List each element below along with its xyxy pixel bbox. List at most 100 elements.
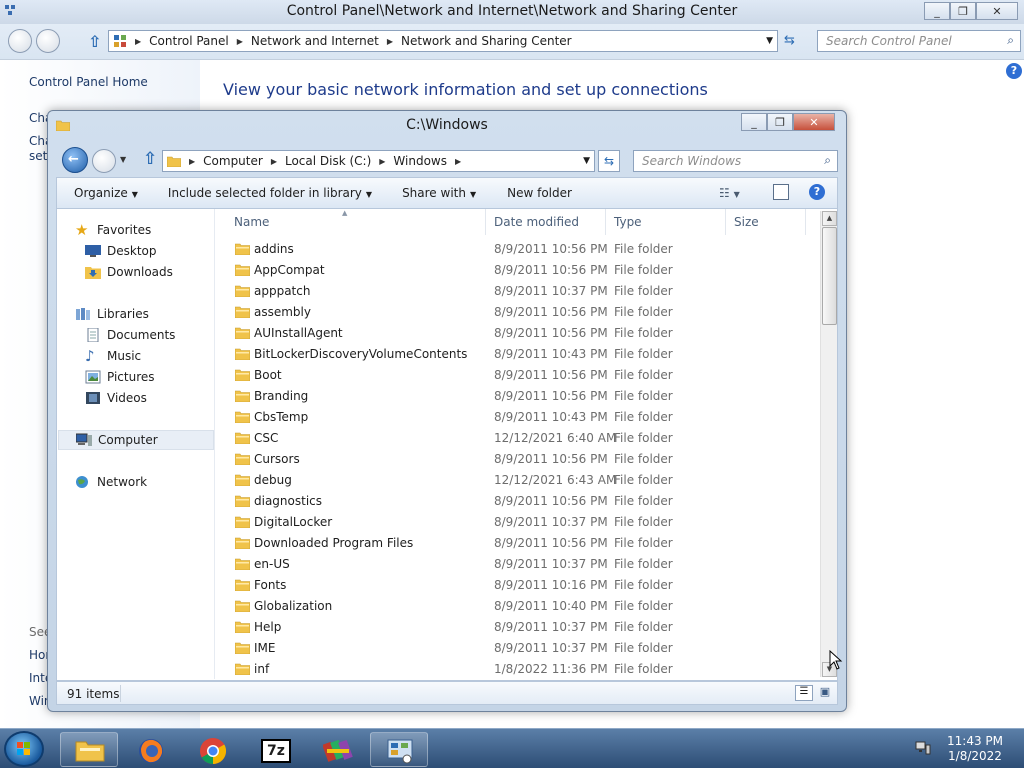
table-row[interactable]: CSC 12/12/2021 6:40 AM File folder <box>217 428 817 449</box>
file-name[interactable]: apppatch <box>254 284 310 298</box>
column-header-name[interactable]: Name <box>234 215 269 229</box>
network-tray-icon[interactable] <box>915 741 931 755</box>
maximize-button[interactable]: ❐ <box>950 2 976 20</box>
file-name[interactable]: Help <box>254 620 281 634</box>
scroll-up-button[interactable]: ▲ <box>822 211 837 226</box>
refresh-icon[interactable]: ⇆ <box>784 33 795 48</box>
recent-pages-chevron-icon[interactable]: ▼ <box>120 155 126 164</box>
large-icons-view-icon[interactable]: ▣ <box>817 685 833 701</box>
taskbar-winrar[interactable] <box>308 732 366 767</box>
file-name[interactable]: BitLockerDiscoveryVolumeContents <box>254 347 467 361</box>
taskbar-control-panel[interactable] <box>370 732 428 767</box>
view-options-icon[interactable]: ☷ ▼ <box>719 186 740 200</box>
table-row[interactable]: Downloaded Program Files 8/9/2011 10:56 P… <box>217 533 817 554</box>
address-bar[interactable]: ▶ Control Panel ▶ Network and Internet ▶… <box>108 30 778 52</box>
organize-button[interactable]: Organize ▼ <box>74 186 138 200</box>
explorer-back-button[interactable]: ← <box>62 147 88 173</box>
share-with-button[interactable]: Share with ▼ <box>402 186 476 200</box>
file-name[interactable]: diagnostics <box>254 494 322 508</box>
table-row[interactable]: inf 1/8/2022 11:36 PM File folder <box>217 659 817 679</box>
explorer-maximize-button[interactable]: ❐ <box>767 113 793 131</box>
preview-pane-icon[interactable] <box>773 184 789 200</box>
file-name[interactable]: DigitalLocker <box>254 515 332 529</box>
up-folder-icon[interactable]: ⇧ <box>143 149 157 169</box>
file-name[interactable]: debug <box>254 473 292 487</box>
table-row[interactable]: apppatch 8/9/2011 10:37 PM File folder <box>217 281 817 302</box>
breadcrumb-network-sharing-center[interactable]: Network and Sharing Center <box>401 34 572 48</box>
taskbar-firefox[interactable] <box>122 732 180 767</box>
file-name[interactable]: Downloaded Program Files <box>254 536 413 550</box>
file-name[interactable]: Fonts <box>254 578 286 592</box>
table-row[interactable]: Boot 8/9/2011 10:56 PM File folder <box>217 365 817 386</box>
table-row[interactable]: debug 12/12/2021 6:43 AM File folder <box>217 470 817 491</box>
table-row[interactable]: Globalization 8/9/2011 10:40 PM File folde… <box>217 596 817 617</box>
help-icon[interactable]: ? <box>809 184 825 200</box>
chevron-down-icon[interactable]: ▼ <box>583 156 590 166</box>
column-header-date[interactable]: Date modified <box>494 215 579 229</box>
file-name[interactable]: Cursors <box>254 452 300 466</box>
chevron-down-icon[interactable]: ▼ <box>766 36 773 46</box>
nav-videos[interactable]: Videos <box>85 388 147 408</box>
nav-computer[interactable]: Computer <box>58 430 214 450</box>
forward-button[interactable] <box>36 29 60 53</box>
minimize-button[interactable]: _ <box>924 2 950 20</box>
table-row[interactable]: Help 8/9/2011 10:37 PM File folder <box>217 617 817 638</box>
start-button[interactable] <box>4 731 44 767</box>
table-row[interactable]: AppCompat 8/9/2011 10:56 PM File folder <box>217 260 817 281</box>
table-row[interactable]: addins 8/9/2011 10:56 PM File folder <box>217 239 817 260</box>
file-name[interactable]: CSC <box>254 431 278 445</box>
back-button[interactable] <box>8 29 32 53</box>
nav-libraries[interactable]: Libraries <box>75 304 149 324</box>
control-panel-search-input[interactable]: Search Control Panel ⌕ <box>817 30 1021 52</box>
table-row[interactable]: AUInstallAgent 8/9/2011 10:56 PM File fold… <box>217 323 817 344</box>
table-row[interactable]: diagnostics 8/9/2011 10:56 PM File folder <box>217 491 817 512</box>
scroll-thumb[interactable] <box>822 227 837 325</box>
breadcrumb-computer[interactable]: Computer <box>203 154 263 168</box>
breadcrumb-local-disk[interactable]: Local Disk (C:) <box>285 154 371 168</box>
explorer-close-button[interactable]: ✕ <box>793 113 835 131</box>
nav-desktop[interactable]: Desktop <box>85 241 157 261</box>
file-name[interactable]: AppCompat <box>254 263 325 277</box>
nav-documents[interactable]: Documents <box>85 325 175 345</box>
breadcrumb-control-panel[interactable]: Control Panel <box>149 34 229 48</box>
file-name[interactable]: Globalization <box>254 599 332 613</box>
table-row[interactable]: Cursors 8/9/2011 10:56 PM File folder <box>217 449 817 470</box>
table-row[interactable]: en-US 8/9/2011 10:37 PM File folder <box>217 554 817 575</box>
system-clock[interactable]: 11:43 PM 1/8/2022 <box>940 734 1010 764</box>
nav-pictures[interactable]: Pictures <box>85 367 155 387</box>
explorer-forward-button[interactable] <box>92 149 116 173</box>
breadcrumb-windows[interactable]: Windows <box>393 154 447 168</box>
file-name[interactable]: Branding <box>254 389 308 403</box>
table-row[interactable]: DigitalLocker 8/9/2011 10:37 PM File folde… <box>217 512 817 533</box>
table-row[interactable]: assembly 8/9/2011 10:56 PM File folder <box>217 302 817 323</box>
table-row[interactable]: CbsTemp 8/9/2011 10:43 PM File folder <box>217 407 817 428</box>
file-name[interactable]: assembly <box>254 305 311 319</box>
table-row[interactable]: Fonts 8/9/2011 10:16 PM File folder <box>217 575 817 596</box>
table-row[interactable]: IME 8/9/2011 10:37 PM File folder <box>217 638 817 659</box>
details-view-icon[interactable]: ☰ <box>795 685 813 701</box>
explorer-search-input[interactable]: Search Windows ⌕ <box>633 150 838 172</box>
file-name[interactable]: IME <box>254 641 275 655</box>
refresh-icon[interactable]: ⇆ <box>598 150 620 172</box>
explorer-address-bar[interactable]: ▶ Computer ▶ Local Disk (C:) ▶ Windows ▶… <box>162 150 595 172</box>
taskbar-7zip[interactable]: 7z <box>246 732 304 767</box>
explorer-minimize-button[interactable]: _ <box>741 113 767 131</box>
table-row[interactable]: Branding 8/9/2011 10:56 PM File folder <box>217 386 817 407</box>
taskbar-chrome[interactable] <box>184 732 242 767</box>
table-row[interactable]: BitLockerDiscoveryVolumeContents 8/9/2011… <box>217 344 817 365</box>
vertical-scrollbar[interactable]: ▲ ▼ <box>820 211 837 677</box>
nav-favorites[interactable]: ★ Favorites <box>75 220 151 240</box>
nav-music[interactable]: ♪ Music <box>85 346 141 366</box>
file-name[interactable]: AUInstallAgent <box>254 326 343 340</box>
file-name[interactable]: addins <box>254 242 294 256</box>
file-name[interactable]: en-US <box>254 557 290 571</box>
nav-downloads[interactable]: Downloads <box>85 262 173 282</box>
new-folder-button[interactable]: New folder <box>507 186 572 200</box>
nav-network[interactable]: Network <box>75 472 147 492</box>
file-name[interactable]: Boot <box>254 368 282 382</box>
taskbar-explorer[interactable] <box>60 732 118 767</box>
help-icon[interactable]: ? <box>1006 63 1022 79</box>
file-name[interactable]: inf <box>254 662 269 676</box>
close-button[interactable]: ✕ <box>976 2 1018 20</box>
breadcrumb-network-and-internet[interactable]: Network and Internet <box>251 34 379 48</box>
